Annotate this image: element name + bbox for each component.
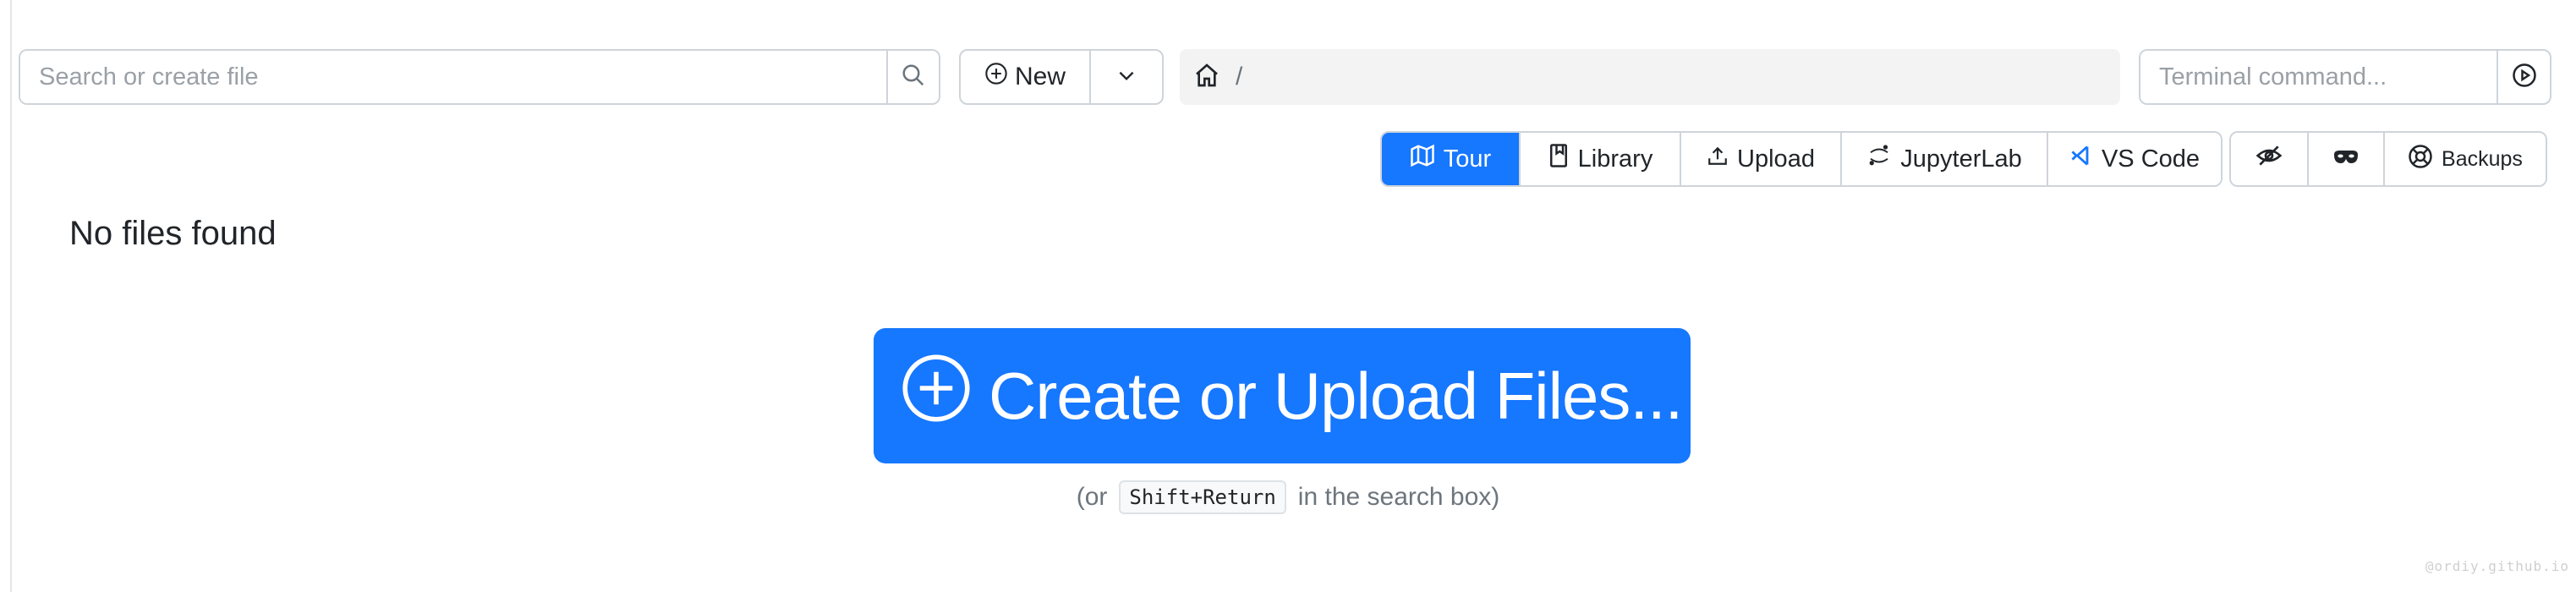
breadcrumb: /	[1180, 49, 2120, 105]
new-dropdown-toggle[interactable]	[1091, 51, 1162, 103]
plus-circle-icon	[984, 62, 1008, 92]
upload-label: Upload	[1737, 145, 1815, 173]
play-circle-icon	[2512, 63, 2537, 92]
upload-button[interactable]: Upload	[1681, 133, 1842, 185]
book-icon	[1548, 143, 1570, 175]
create-upload-button[interactable]: Create or Upload Files...	[874, 328, 1691, 463]
hint-prefix: (or	[1076, 483, 1108, 511]
jupyterlab-button[interactable]: JupyterLab	[1842, 133, 2048, 185]
terminal-input[interactable]	[2140, 51, 2497, 103]
hint-suffix: in the search box)	[1297, 483, 1500, 511]
search-input[interactable]	[20, 51, 886, 103]
keyboard-hint: (or Shift+Return in the search box)	[0, 480, 2576, 514]
backups-button[interactable]: Backups	[2385, 133, 2546, 185]
new-button[interactable]: New	[961, 51, 1091, 103]
toolbar-main: Tour Library Upload JupyterLab VS Code	[1380, 131, 2222, 187]
new-dropdown: New	[959, 49, 1164, 105]
plus-circle-icon	[901, 353, 972, 440]
vscode-button[interactable]: VS Code	[2048, 133, 2221, 185]
upload-icon	[1707, 145, 1729, 173]
hint-key: Shift+Return	[1119, 480, 1286, 514]
chevron-down-icon	[1115, 64, 1137, 90]
terminal-group	[2139, 49, 2551, 105]
tour-label: Tour	[1443, 145, 1492, 173]
jupyterlab-label: JupyterLab	[1900, 145, 2022, 173]
toggle-hidden-button[interactable]	[2231, 133, 2309, 185]
path-separator: /	[1236, 63, 1243, 90]
map-icon	[1410, 143, 1435, 175]
vscode-icon	[2069, 144, 2093, 174]
new-label: New	[1014, 63, 1066, 90]
search-group	[19, 49, 940, 105]
backups-label: Backups	[2442, 146, 2523, 171]
library-button[interactable]: Library	[1521, 133, 1681, 185]
search-button[interactable]	[886, 51, 939, 103]
terminal-run-button[interactable]	[2497, 51, 2550, 103]
search-icon	[901, 63, 926, 92]
file-explorer: New /	[0, 0, 2576, 592]
lifebuoy-icon	[2408, 144, 2433, 175]
library-label: Library	[1577, 145, 1653, 173]
jupyter-icon	[1866, 143, 1892, 175]
watermark: @ordiy.github.io	[2425, 558, 2569, 574]
mask-button[interactable]	[2309, 133, 2385, 185]
toolbar-secondary: Backups	[2229, 131, 2547, 187]
create-upload-label: Create or Upload Files...	[989, 358, 1683, 433]
mask-icon	[2332, 145, 2360, 173]
home-icon[interactable]	[1193, 62, 1220, 93]
tour-button[interactable]: Tour	[1382, 133, 1521, 185]
empty-message: No files found	[69, 215, 277, 252]
eye-slash-icon	[2255, 142, 2283, 176]
vscode-label: VS Code	[2101, 145, 2201, 173]
